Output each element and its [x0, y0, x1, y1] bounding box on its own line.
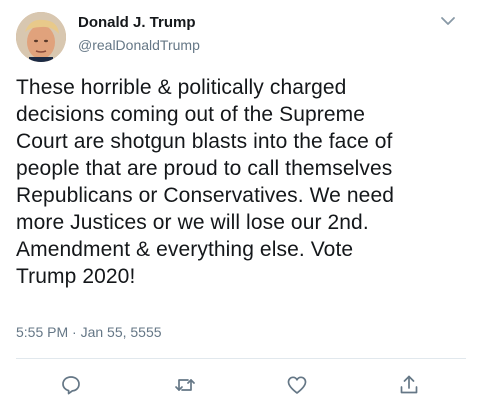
retweet-icon[interactable] [173, 373, 197, 397]
tweet-card: Donald J. Trump @realDonaldTrump These h… [0, 0, 480, 410]
tweet-text-line: Republicans or Conservatives. We need [16, 184, 395, 207]
tweet-text-line: These horrible & politically charged [16, 76, 347, 99]
divider [16, 358, 466, 359]
author-display-name[interactable]: Donald J. Trump [78, 14, 196, 31]
tweet-text-line: more Justices or we will lose our 2nd. [16, 211, 369, 234]
share-icon[interactable] [397, 373, 421, 397]
tweet-text: These horrible & politically charged dec… [16, 74, 468, 290]
tweet-text-line: decisions coming out of the Supreme [16, 103, 366, 126]
tweet-text-line: Amendment & everything else. Vote [16, 238, 354, 261]
avatar-image [16, 12, 66, 62]
tweet-text-line: people that are proud to call themselves [16, 157, 393, 180]
tweet-timestamp[interactable]: 5:55 PM · Jan 55, 5555 [16, 324, 162, 340]
author-handle[interactable]: @realDonaldTrump [78, 37, 200, 53]
heart-icon[interactable] [285, 373, 309, 397]
tweet-text-line: Trump 2020! [16, 265, 136, 288]
chevron-down-icon[interactable] [438, 13, 458, 29]
avatar[interactable] [16, 12, 66, 62]
tweet-text-line: Court are shotgun blasts into the face o… [16, 130, 393, 153]
reply-icon[interactable] [59, 373, 83, 397]
action-bar [0, 370, 480, 400]
